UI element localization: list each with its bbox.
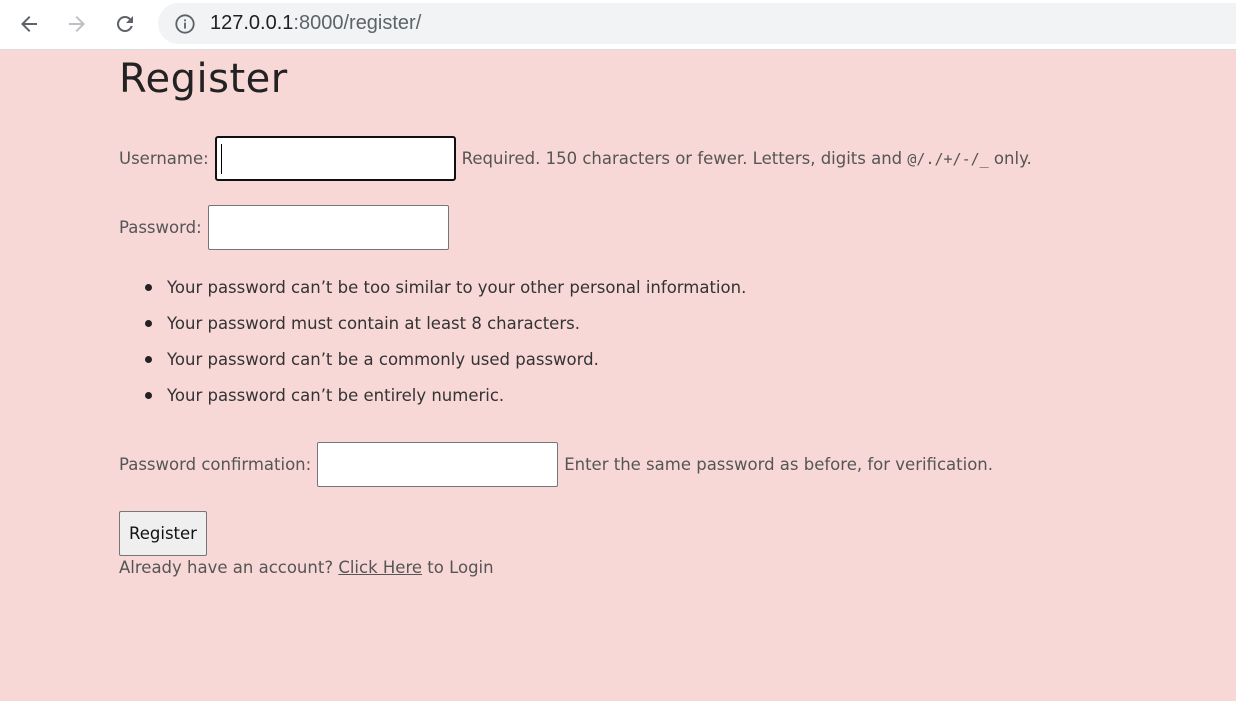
address-bar[interactable]: 127.0.0.1:8000/register/	[158, 3, 1236, 44]
password-row: Password:	[119, 205, 449, 250]
login-prompt-before: Already have an account?	[119, 558, 339, 577]
reload-icon	[116, 15, 133, 32]
username-label: Username:	[119, 149, 209, 168]
url-host: 127.0.0.1	[210, 12, 294, 34]
bullet-icon	[145, 392, 152, 399]
reload-button[interactable]	[110, 9, 140, 39]
password-confirmation-row: Password confirmation: Enter the same pa…	[119, 442, 993, 487]
url-path: :8000/register/	[293, 12, 422, 34]
password-confirmation-label: Password confirmation:	[119, 455, 312, 474]
url-text[interactable]: 127.0.0.1:8000/register/	[210, 3, 421, 44]
password-rule-text: Your password can’t be a commonly used p…	[167, 350, 599, 369]
back-button[interactable]	[14, 9, 44, 39]
username-input[interactable]	[214, 136, 456, 181]
password-label: Password:	[119, 218, 202, 237]
username-help-prefix: Required. 150 characters or fewer. Lette…	[461, 149, 908, 168]
bullet-icon	[145, 284, 152, 291]
password-rule: Your password can’t be too similar to yo…	[145, 272, 747, 308]
info-icon[interactable]	[174, 13, 196, 35]
bullet-icon	[145, 356, 152, 363]
username-help: Required. 150 characters or fewer. Lette…	[462, 149, 1032, 168]
password-rule: Your password must contain at least 8 ch…	[145, 308, 746, 344]
login-prompt: Already have an account? Click Here to L…	[119, 558, 494, 577]
forward-button[interactable]	[62, 9, 92, 39]
password-confirmation-input[interactable]	[317, 442, 559, 487]
register-button[interactable]: Register	[119, 511, 207, 556]
password-rule-text: Your password can’t be entirely numeric.	[167, 386, 505, 405]
text-caret	[220, 144, 222, 174]
arrow-left-icon	[21, 16, 37, 32]
username-row: Username: Required. 150 characters or fe…	[119, 136, 1032, 181]
bullet-icon	[145, 320, 152, 327]
password-rule: Your password can’t be a commonly used p…	[145, 344, 746, 380]
password-rule-text: Your password can’t be too similar to yo…	[167, 278, 747, 297]
browser-toolbar: 127.0.0.1:8000/register/	[0, 0, 1236, 50]
password-rule-text: Your password must contain at least 8 ch…	[167, 314, 580, 333]
page-title: Register	[119, 56, 288, 102]
password-rules-list: Your password can’t be too similar to yo…	[145, 272, 747, 416]
password-rule: Your password can’t be entirely numeric.	[145, 380, 746, 416]
username-help-symbols: @/./+/-/_	[907, 150, 989, 168]
login-prompt-after: to Login	[422, 558, 494, 577]
username-help-suffix: only.	[988, 149, 1032, 168]
login-link[interactable]: Click Here	[338, 558, 422, 577]
arrow-right-icon	[69, 16, 85, 32]
password-confirmation-help: Enter the same password as before, for v…	[564, 455, 993, 474]
password-input[interactable]	[207, 205, 449, 250]
username-input-wrap	[214, 136, 456, 181]
